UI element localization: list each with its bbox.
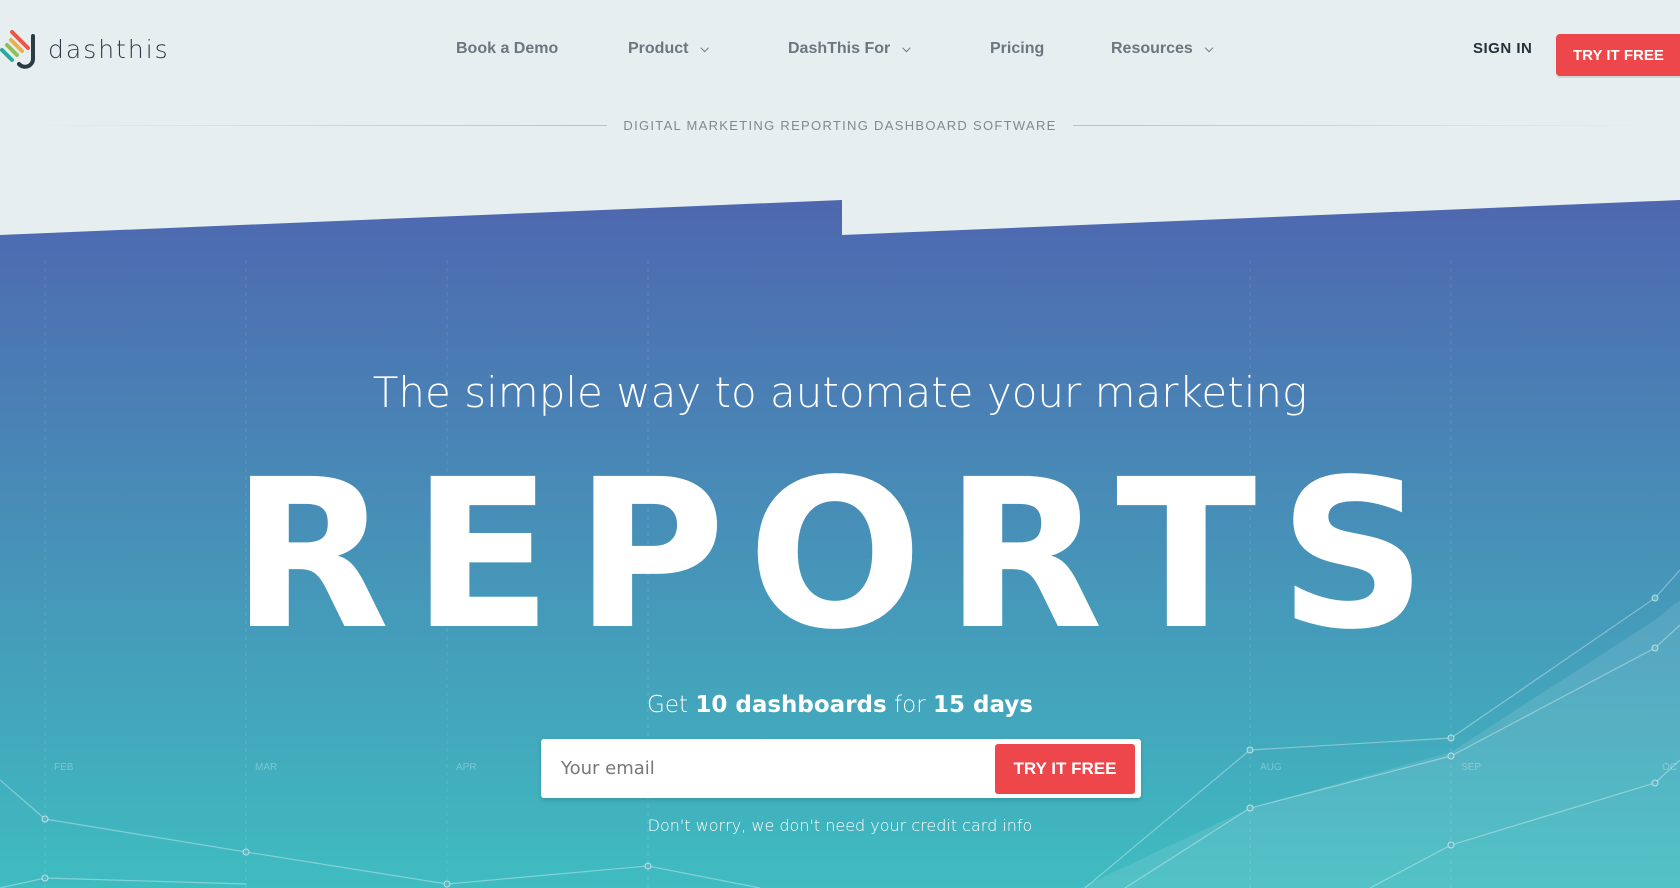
credit-card-note: Don't worry, we don't need your credit c… xyxy=(647,816,1033,835)
nav-label: Product xyxy=(628,40,689,57)
logo-text: dashthis xyxy=(48,34,170,64)
divider xyxy=(27,125,608,126)
email-input[interactable] xyxy=(561,739,1011,798)
sign-in-link[interactable]: SIGN IN xyxy=(1473,40,1532,57)
top-nav: dashthis Book a Demo Product ⌵ DashThis F… xyxy=(0,0,1680,100)
chart-month-label: AUG xyxy=(1260,762,1282,773)
chevron-down-icon: ⌵ xyxy=(902,42,911,55)
chevron-down-icon: ⌵ xyxy=(700,42,709,55)
sub-bold: 15 days xyxy=(932,692,1033,718)
sub-bold: 10 dashboards xyxy=(695,692,887,718)
chart-month-label: MAR xyxy=(255,762,277,773)
nav-resources[interactable]: Resources ⌵ xyxy=(1111,40,1213,58)
nav-label: Pricing xyxy=(990,40,1045,57)
nav-product[interactable]: Product ⌵ xyxy=(628,40,709,58)
nav-label: Resources xyxy=(1111,40,1193,57)
divider xyxy=(1072,125,1653,126)
chevron-down-icon: ⌵ xyxy=(1204,42,1214,55)
try-free-button[interactable]: TRY IT FREE xyxy=(995,744,1135,794)
nav-dashthis-for[interactable]: DashThis For ⌵ xyxy=(788,40,911,58)
hero-big-word: REPORTS xyxy=(231,435,1449,675)
nav-label: Book a Demo xyxy=(456,40,559,57)
nav-pricing[interactable]: Pricing xyxy=(990,40,1044,58)
sub-text: for xyxy=(886,692,933,718)
hero-headline: The simple way to automate your marketin… xyxy=(372,368,1308,417)
chart-month-label: OC xyxy=(1662,762,1677,773)
try-free-nav-button[interactable]: TRY IT FREE xyxy=(1556,34,1680,76)
nav-book-demo[interactable]: Book a Demo xyxy=(456,40,558,58)
nav-label: DashThis For xyxy=(788,40,891,57)
chart-month-label: FEB xyxy=(54,762,74,773)
chart-month-label: APR xyxy=(456,762,477,773)
tagline-text: DIGITAL MARKETING REPORTING DASHBOARD SO… xyxy=(623,118,1057,133)
logo[interactable]: dashthis xyxy=(0,28,170,70)
sub-text: Get xyxy=(647,692,696,718)
signup-form: TRY IT FREE xyxy=(541,739,1141,798)
dashthis-logo-icon xyxy=(0,30,35,69)
chart-month-label: SEP xyxy=(1461,762,1481,773)
hero-subtitle: Get 10 dashboards for 15 days xyxy=(0,692,1680,718)
tagline: DIGITAL MARKETING REPORTING DASHBOARD SO… xyxy=(0,118,1680,133)
